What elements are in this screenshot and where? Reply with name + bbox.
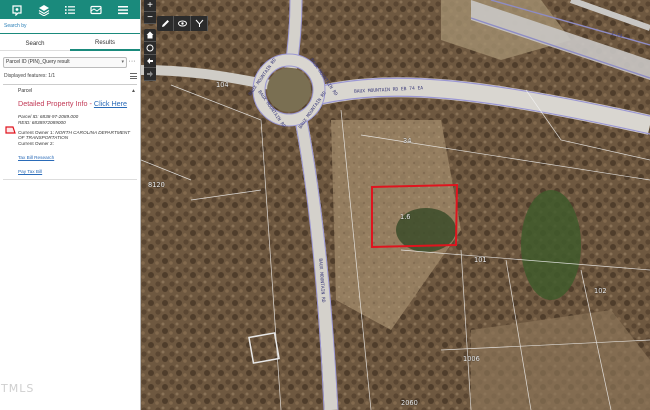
displayed-features-row: Displayed features: 1/1 <box>4 73 137 79</box>
arrow-left-icon <box>147 58 153 64</box>
parcel-label: 34 <box>403 137 412 145</box>
panel-tabs: Search Results <box>0 37 140 51</box>
map-tools <box>157 16 208 31</box>
panel-toolbar <box>0 0 140 19</box>
parcel-label: 8120 <box>148 181 165 189</box>
click-here-link[interactable]: Click Here <box>94 99 127 108</box>
draw-button[interactable] <box>157 16 174 31</box>
pencil-icon <box>161 20 169 27</box>
detail-title-text: Detailed Property Info - <box>18 99 94 108</box>
detail-title: Detailed Property Info - Click Here <box>18 99 140 108</box>
reid: REID: 6838972089000 <box>18 120 66 125</box>
watermark: TMLS <box>1 382 35 395</box>
chevron-down-icon: ▾ <box>121 58 124 65</box>
parcel-label: 1006 <box>463 355 480 363</box>
zoom-out-button[interactable]: − <box>144 12 156 24</box>
side-panel: Search by Search Results Parcel ID (PIN)… <box>0 0 141 410</box>
back-button[interactable] <box>144 55 156 68</box>
list-icon[interactable] <box>63 3 77 17</box>
result-list-icon[interactable] <box>130 73 137 79</box>
nav-controls <box>144 29 156 81</box>
current-owner-1: Current Owner 1: NORTH CAROLINA DEPARTME… <box>18 130 140 141</box>
map-view[interactable]: 104 34 1.6 101 102 8120 2060 1006 BAUX M… <box>141 0 650 410</box>
visibility-button[interactable] <box>174 16 191 31</box>
more-options-button[interactable]: ··· <box>127 58 137 66</box>
parcel-group-label: Parcel <box>18 88 33 94</box>
tax-bill-research-link[interactable]: Tax Bill Research <box>18 155 140 160</box>
parcel-group-header[interactable]: Parcel ▲ <box>18 88 136 94</box>
parcel-label: 2060 <box>401 399 418 407</box>
identify-icon[interactable] <box>10 3 24 17</box>
search-by-label: Search by <box>0 19 140 34</box>
measure-icon <box>195 19 203 27</box>
home-icon <box>146 31 154 39</box>
query-select-row: Parcel ID (PIN)_Query result ▾ ··· <box>3 56 137 68</box>
forward-button[interactable] <box>144 68 156 81</box>
menu-icon[interactable] <box>116 3 130 17</box>
tab-results[interactable]: Results <box>70 37 140 51</box>
query-select[interactable]: Parcel ID (PIN)_Query result ▾ <box>3 56 127 68</box>
aerial-imagery <box>141 0 650 410</box>
parcel-polygon-icon <box>5 126 16 134</box>
owner1-label: Current Owner 1: <box>18 130 56 135</box>
layers-icon[interactable] <box>37 3 51 17</box>
divider <box>3 179 137 181</box>
tab-search[interactable]: Search <box>0 37 70 51</box>
locate-button[interactable] <box>144 42 156 55</box>
displayed-features-count: Displayed features: 1/1 <box>4 73 56 79</box>
measure-button[interactable] <box>191 16 208 31</box>
query-select-value: Parcel ID (PIN)_Query result <box>6 59 70 65</box>
basemap-icon[interactable] <box>89 3 103 17</box>
divider <box>3 84 137 85</box>
current-owner-2: Current Owner 2: <box>18 140 54 146</box>
zoom-in-button[interactable]: + <box>144 0 156 12</box>
zoom-controls: + − <box>144 0 156 24</box>
parcel-label: 101 <box>474 256 487 264</box>
arrow-right-icon <box>147 71 153 77</box>
owner-block: Current Owner 1: NORTH CAROLINA DEPARTME… <box>0 126 140 146</box>
home-button[interactable] <box>144 29 156 42</box>
locate-icon <box>146 44 154 52</box>
chevron-up-icon[interactable]: ▲ <box>131 88 136 94</box>
pay-tax-bill-link[interactable]: Pay Tax Bill <box>18 169 140 174</box>
eye-icon <box>177 20 187 27</box>
parcel-label: 102 <box>594 287 607 295</box>
parcel-label: 1.6 <box>400 213 411 221</box>
parcel-label: 104 <box>216 81 229 89</box>
